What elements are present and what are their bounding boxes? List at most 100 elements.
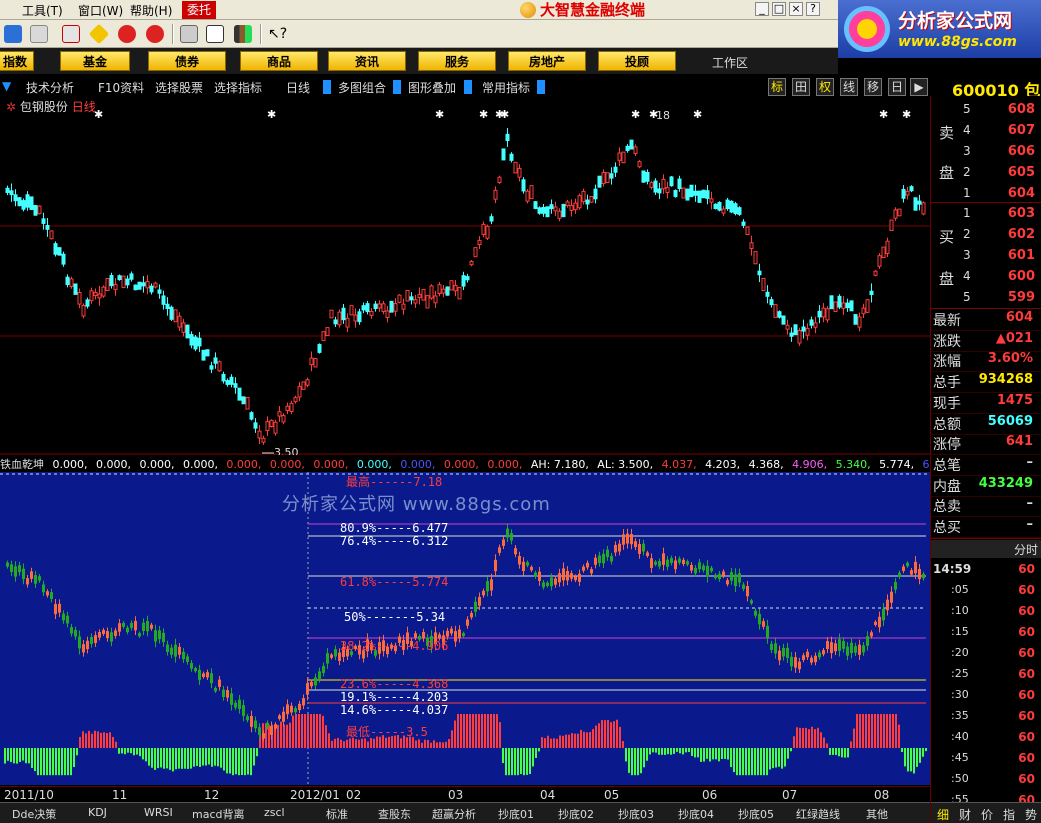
bottom-tab[interactable]: 标准 <box>326 806 348 822</box>
order-price[interactable]: 605 <box>1008 165 1035 180</box>
histogram-bar <box>268 724 270 748</box>
order-price[interactable]: 601 <box>1008 248 1035 263</box>
histogram-bar <box>79 736 81 748</box>
bottom-tab[interactable]: macd背离 <box>192 806 245 822</box>
indicator-chart[interactable]: 最高------7.18 80.9%-----6.47776.4%-----6.3… <box>0 472 930 785</box>
category-advisor[interactable]: 投顾 <box>598 51 676 71</box>
overlay-dropdown-icon[interactable] <box>464 80 472 94</box>
mode-button-grid[interactable]: 田 <box>792 78 810 96</box>
multi-dropdown-icon[interactable] <box>393 80 401 94</box>
indicator-candle-body <box>118 623 121 632</box>
order-price[interactable]: 602 <box>1008 227 1035 242</box>
histogram-bar <box>493 714 495 748</box>
order-price[interactable]: 608 <box>1008 102 1035 117</box>
order-price[interactable]: 606 <box>1008 144 1035 159</box>
bottom-tab[interactable]: Dde决策 <box>12 806 56 822</box>
indicator-candle-body <box>542 582 545 588</box>
bottom-tab[interactable]: 抄底03 <box>618 806 654 822</box>
side-tab[interactable]: 势 <box>1025 806 1037 823</box>
tab-technical-analysis[interactable]: 技术分析 <box>26 79 74 96</box>
candle-body <box>449 280 454 291</box>
bell-icon[interactable] <box>30 25 48 43</box>
bottom-tab[interactable]: 超赢分析 <box>432 806 476 822</box>
category-fund[interactable]: 基金 <box>60 51 130 71</box>
tab-multi-chart[interactable]: 多图组合 <box>338 79 386 96</box>
record-icon[interactable] <box>146 25 164 43</box>
workarea-label[interactable]: 工作区 <box>712 54 748 71</box>
category-bond[interactable]: 债券 <box>148 51 226 71</box>
date-tick: 11 <box>112 788 128 802</box>
indicator-candle-body <box>438 634 441 639</box>
indicator-dropdown-icon[interactable] <box>537 80 545 94</box>
category-index[interactable]: 指数 <box>0 51 34 71</box>
stat-label: 总卖 <box>933 499 961 516</box>
close-icon[interactable]: × <box>789 2 803 16</box>
indicator-candle-body <box>282 711 285 722</box>
bottom-tab[interactable]: 抄底02 <box>558 806 594 822</box>
histogram-bar <box>880 714 882 748</box>
side-tab[interactable]: 财 <box>959 806 971 823</box>
order-price[interactable]: 599 <box>1008 290 1035 305</box>
mode-button-move[interactable]: 移 <box>864 78 882 96</box>
minimize-icon[interactable]: _ <box>755 2 769 16</box>
mode-button-right[interactable]: 权 <box>816 78 834 96</box>
daily-dropdown-icon[interactable] <box>323 80 331 94</box>
category-real-estate[interactable]: 房地产 <box>508 51 586 71</box>
histogram-bar <box>529 748 531 775</box>
indicator-name[interactable]: 铁血乾坤 <box>0 458 44 471</box>
order-price[interactable]: 607 <box>1008 123 1035 138</box>
bottom-tab[interactable]: KDJ <box>88 806 107 819</box>
chart-icon[interactable] <box>62 25 80 43</box>
mode-button-mark[interactable]: 标 <box>768 78 786 96</box>
entrust-button[interactable]: 委托 <box>182 1 216 19</box>
order-price[interactable]: 603 <box>1008 206 1035 221</box>
pointer-help-icon[interactable]: ↖? <box>268 25 287 43</box>
bottom-tab[interactable]: 其他 <box>866 806 888 822</box>
mode-button-next[interactable]: ▶ <box>910 78 928 96</box>
tab-f10[interactable]: F10资料 <box>98 79 144 96</box>
ticks-header[interactable]: 分时 <box>1014 541 1038 558</box>
menu-tools[interactable]: 工具(T) <box>22 2 63 19</box>
menu-help[interactable]: 帮助(H) <box>130 2 172 19</box>
category-commodity[interactable]: 商品 <box>240 51 318 71</box>
dropdown-arrow-icon[interactable]: ▼ <box>2 79 11 93</box>
layout-icon[interactable] <box>206 25 224 43</box>
histogram-bar <box>19 748 21 762</box>
tab-select-stock[interactable]: 选择股票 <box>155 79 203 96</box>
print-icon[interactable] <box>180 25 198 43</box>
tab-common-indicator[interactable]: 常用指标 <box>482 79 530 96</box>
mode-button-day[interactable]: 日 <box>888 78 906 96</box>
histogram-bar <box>475 714 477 748</box>
side-tab[interactable]: 价 <box>981 806 993 823</box>
tab-select-indicator[interactable]: 选择指标 <box>214 79 262 96</box>
diamond-icon[interactable] <box>88 23 110 45</box>
side-tab[interactable]: 指 <box>1003 806 1015 823</box>
category-service[interactable]: 服务 <box>418 51 496 71</box>
help-icon[interactable]: ? <box>806 2 820 16</box>
category-news[interactable]: 资讯 <box>328 51 406 71</box>
bottom-tab[interactable]: 抄底01 <box>498 806 534 822</box>
restore-icon[interactable]: □ <box>772 2 786 16</box>
bottom-tab[interactable]: 抄底05 <box>738 806 774 822</box>
bottom-tab[interactable]: 抄底04 <box>678 806 714 822</box>
bottom-tab[interactable]: zscl <box>264 806 285 819</box>
histogram-bar <box>622 741 624 748</box>
histogram-bar <box>877 714 879 748</box>
books-icon[interactable] <box>234 25 252 43</box>
tab-daily[interactable]: 日线 <box>286 79 310 96</box>
gear-icon[interactable]: ✲ <box>6 100 20 114</box>
bottom-tab[interactable]: WRSI <box>144 806 173 819</box>
order-price[interactable]: 600 <box>1008 269 1035 284</box>
price-chart[interactable]: ✱ ✱ ✱ ✱ ✱✱ ✱ ✱ ✱ ✱ ✱ 18 3.50 <box>0 96 930 455</box>
histogram-bar <box>925 748 927 752</box>
menu-window[interactable]: 窗口(W) <box>78 2 123 19</box>
order-price[interactable]: 604 <box>1008 186 1035 201</box>
bottom-tab[interactable]: 红绿趋线 <box>796 806 840 822</box>
red-circle-icon[interactable] <box>118 25 136 43</box>
bottom-tab[interactable]: 查股东 <box>378 806 411 822</box>
side-tab[interactable]: 细 <box>937 806 949 823</box>
tab-overlay[interactable]: 图形叠加 <box>408 79 456 96</box>
mode-button-line[interactable]: 线 <box>840 78 858 96</box>
home-icon[interactable] <box>4 25 22 43</box>
histogram-bar <box>682 748 684 755</box>
